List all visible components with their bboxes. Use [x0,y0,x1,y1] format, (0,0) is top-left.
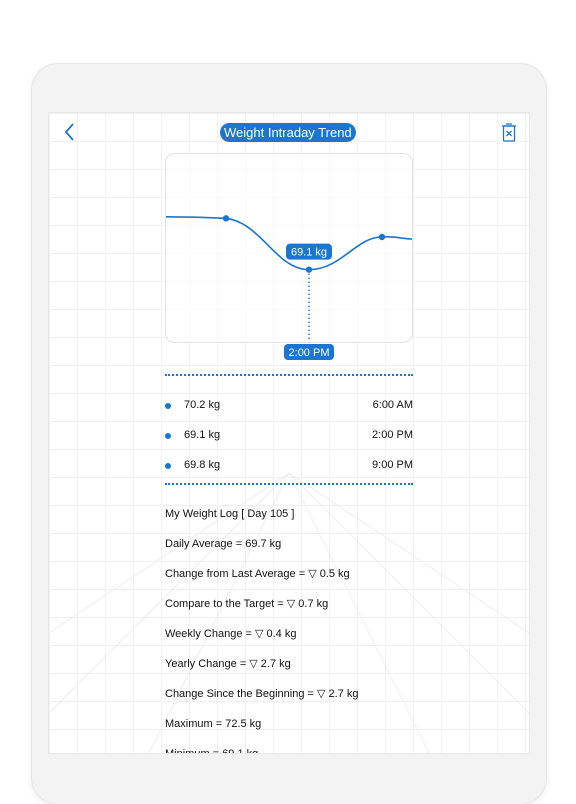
bullet-icon [165,463,171,469]
chart-card: 69.1 kg 2:00 PM [165,153,413,360]
time-callout: 2:00 PM [284,344,334,360]
divider-top [165,374,413,376]
entry-time: 2:00 PM [372,429,413,441]
delete-button[interactable] [498,121,520,145]
weight-line-chart: 69.1 kg 2:00 PM [165,215,413,360]
time-callout-text: 2:00 PM [289,347,330,359]
entry-time: 9:00 PM [372,459,413,471]
stat-line: Change Since the Beginning = ▽ 2.7 kg [165,688,359,700]
stat-line: Compare to the Target = ▽ 0.7 kg [165,598,329,610]
stat-line: Weekly Change = ▽ 0.4 kg [165,628,297,640]
stat-line: Minimum = 69.1 kg [165,748,259,754]
weight-entry-row[interactable]: 70.2 kg 6:00 AM [165,397,413,417]
log-heading: My Weight Log [ Day 105 ] [165,508,295,520]
bullet-icon [165,433,171,439]
stat-line: Yearly Change = ▽ 2.7 kg [165,658,291,670]
stat-line: Daily Average = 69.7 kg [165,538,282,550]
value-callout-text: 69.1 kg [291,247,327,259]
weight-series-line [165,216,413,271]
bullet-icon [165,403,171,409]
entry-weight: 69.8 kg [184,459,221,471]
stats-list: My Weight Log [ Day 105 ] Daily Average =… [165,507,505,754]
divider-bottom [165,483,413,485]
stat-line: Change from Last Average = ▽ 0.5 kg [165,568,350,580]
stat-line: Maximum = 72.5 kg [165,718,262,730]
back-button[interactable] [59,121,83,145]
chevron-left-icon [64,123,74,141]
page-title: Weight Intraday Trend [220,123,356,142]
entry-time: 6:00 AM [372,399,413,411]
data-point-3[interactable] [378,233,386,241]
data-point-1[interactable] [222,215,230,222]
value-callout: 69.1 kg [286,243,332,260]
app-screen: Weight Intraday Trend 69.1 kg 2:00 PM 70.… [48,112,530,754]
data-point-2[interactable] [305,266,313,273]
entry-weight: 70.2 kg [184,399,221,411]
trash-icon [502,123,516,142]
weight-entry-row[interactable]: 69.1 kg 2:00 PM [165,427,413,447]
weight-entry-row[interactable]: 69.8 kg 9:00 PM [165,457,413,477]
entry-weight: 69.1 kg [184,429,221,441]
